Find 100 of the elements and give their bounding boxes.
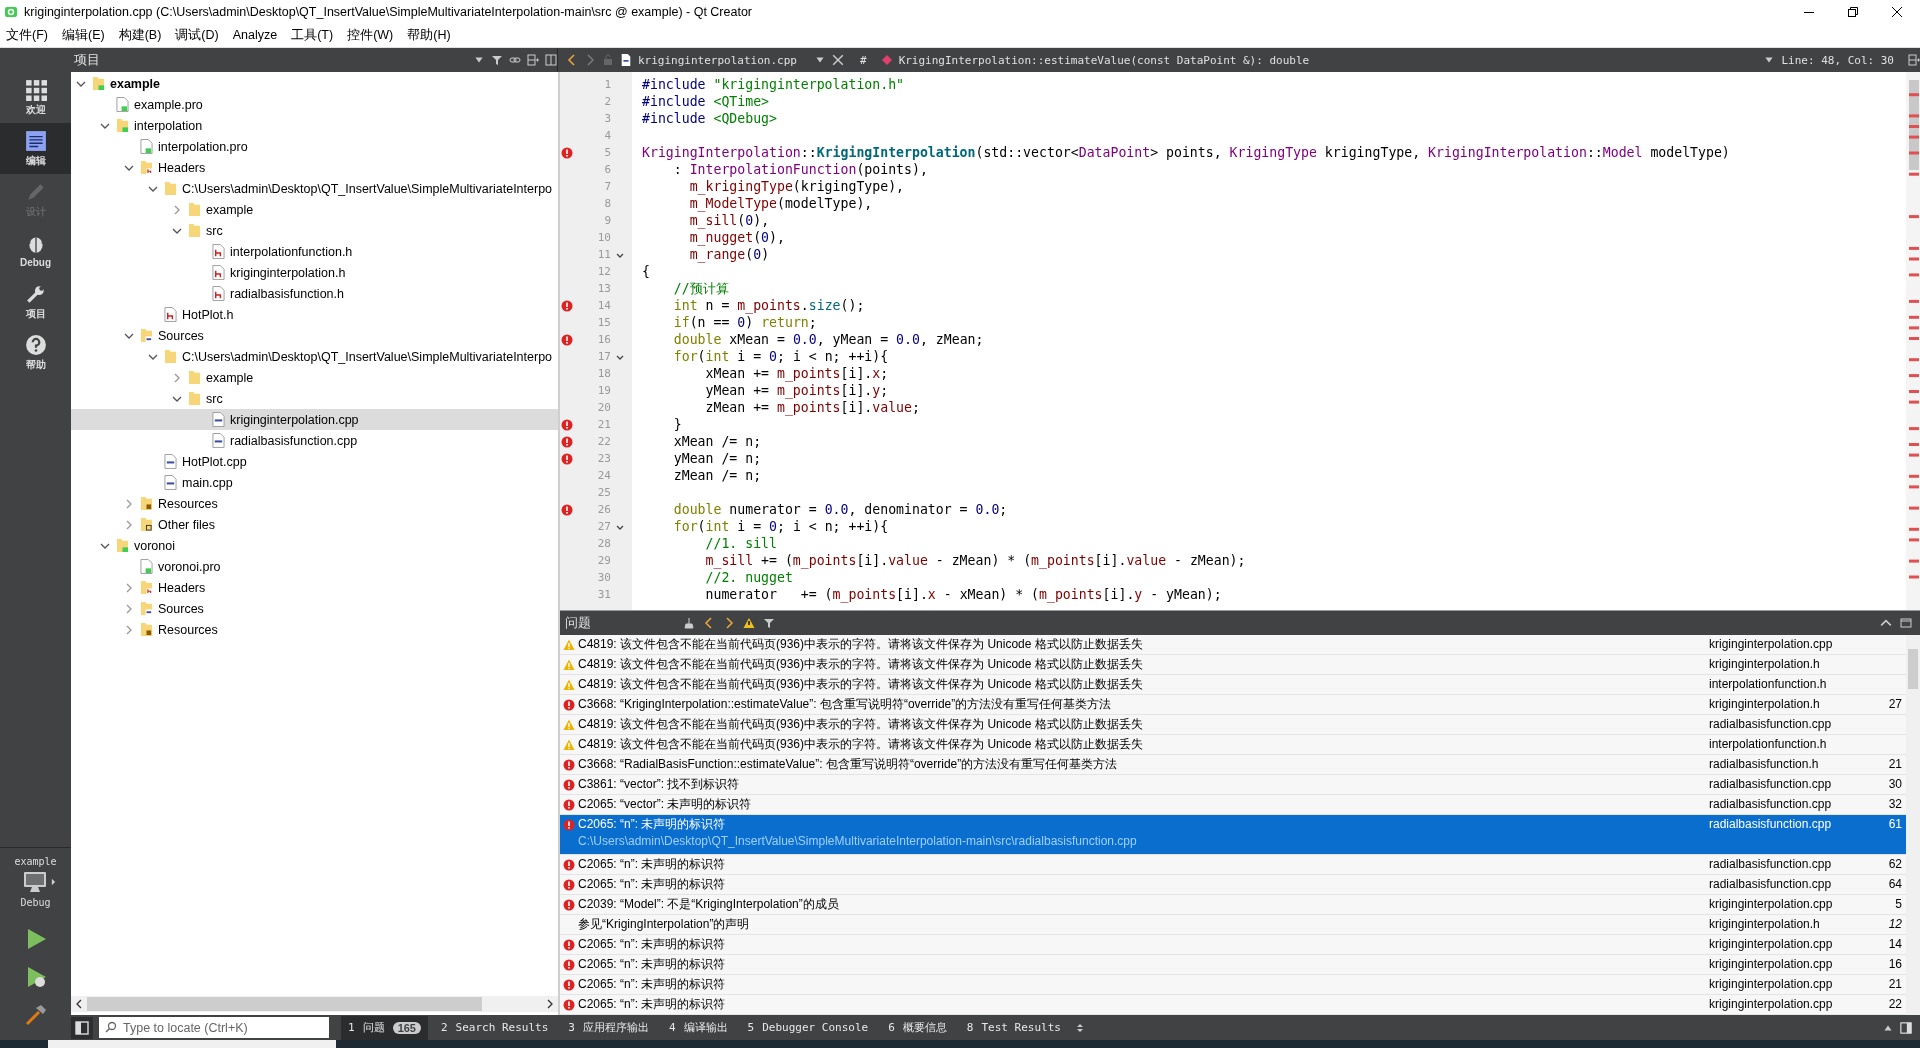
tree-item[interactable]: main.cpp [71,472,558,493]
restore-icon[interactable] [1848,6,1858,17]
tree-item[interactable]: src [71,388,558,409]
locator-field[interactable]: Type to locate (Ctrl+K) [99,1017,329,1038]
hammer-icon[interactable] [23,1003,48,1027]
output-tab[interactable]: 8 Test Results [959,1015,1068,1040]
output-tab[interactable]: 6 概要信息 [881,1015,954,1040]
issue-row[interactable]: C4819: 该文件包含不能在当前代码页(936)中表示的字符。请将该文件保存为 Unicode 格式以防止数据丢失 interpolationfunction.h [560,735,1906,755]
tree-item[interactable]: example [71,367,558,388]
tree-item[interactable]: interpolationfunction.h [71,241,558,262]
issue-row[interactable]: C3668: “KrigingInterpolation::estimateValue”: 包含重写说明符“override”的方法没有重写任何基类方法 kriginginterpolation.h 27 [560,695,1906,715]
issue-row[interactable]: C3668: “RadialBasisFunction::estimateValue”: 包含重写说明符“override”的方法没有重写任何基类方法 radialbasisfunction.h 21 [560,755,1906,775]
link-icon[interactable] [509,54,521,66]
mode-button[interactable]: Debug [0,225,71,276]
mode-button[interactable]: 编辑 [0,123,71,174]
tree-item[interactable]: radialbasisfunction.cpp [71,430,558,451]
split-icon[interactable] [1908,54,1920,66]
tree-item[interactable]: Sources [71,598,558,619]
tree-item[interactable]: HotPlot.cpp [71,451,558,472]
error-icon[interactable] [561,418,573,431]
menu-item[interactable]: 文件(F) [0,24,54,46]
next-icon[interactable] [723,617,735,629]
sidebar-toggle-icon[interactable] [71,1016,93,1039]
tree-item[interactable]: voronoi [71,535,558,556]
issue-row[interactable]: C2065: “n”: 未声明的标识符 C:\Users\admin\Desktop\QT_InsertValue\SimpleMultivariateInterpolation-main\src\radialbasisfunction.cpp radialbasisfunction.cpp 61 [560,815,1906,855]
chevron-right-icon[interactable] [172,204,182,215]
maximize-icon[interactable] [1900,617,1912,629]
issue-row[interactable]: C2065: “n”: 未声明的标识符 kriginginterpolation.cpp 22 [560,995,1906,1015]
open-file-name[interactable]: kriginginterpolation.cpp [638,53,808,67]
mode-button[interactable]: 项目 [0,276,71,327]
error-icon[interactable] [561,146,573,159]
menu-item[interactable]: 工具(T) [285,24,340,46]
error-icon[interactable] [561,299,573,312]
issue-row[interactable]: C2065: “n”: 未声明的标识符 kriginginterpolation.cpp 16 [560,955,1906,975]
broom-icon[interactable] [683,617,695,629]
tree-item[interactable]: Sources [71,325,558,346]
tree-item[interactable]: C:\Users\admin\Desktop\QT_InsertValue\SimpleMultivariateInterpo [71,178,558,199]
tree-item[interactable]: Resources [71,619,558,640]
issue-row[interactable]: C4819: 该文件包含不能在当前代码页(936)中表示的字符。请将该文件保存为 Unicode 格式以防止数据丢失 kriginginterpolation.cpp [560,635,1906,655]
tree-item[interactable]: C:\Users\admin\Desktop\QT_InsertValue\SimpleMultivariateInterpo [71,346,558,367]
chevron-right-icon[interactable] [124,498,134,509]
tree-item[interactable]: Resources [71,493,558,514]
split-icon[interactable] [527,54,539,66]
issue-row[interactable]: C4819: 该文件包含不能在当前代码页(936)中表示的字符。请将该文件保存为 Unicode 格式以防止数据丢失 kriginginterpolation.h [560,655,1906,675]
tree-item[interactable]: kriginginterpolation.h [71,262,558,283]
symbol-selector[interactable]: KrigingInterpolation::estimateValue(const DataPoint &): double [898,53,1758,67]
tree-item[interactable]: Headers [71,157,558,178]
overview-ruler[interactable] [1906,72,1920,610]
monitor-icon[interactable] [23,871,47,893]
issue-row[interactable]: C2065: “n”: 未声明的标识符 kriginginterpolation.cpp 14 [560,935,1906,955]
tree-item[interactable]: Other files [71,514,558,535]
issue-row[interactable]: C4819: 该文件包含不能在当前代码页(936)中表示的字符。请将该文件保存为 Unicode 格式以防止数据丢失 radialbasisfunction.cpp [560,715,1906,735]
issue-row[interactable]: 参见“KrigingInterpolation”的声明 kriginginterpolation.h 12 [560,915,1906,935]
menu-item[interactable]: 编辑(E) [55,24,111,46]
tree-item[interactable]: example [71,73,558,94]
chevron-right-icon[interactable] [124,603,134,614]
tree-item[interactable]: radialbasisfunction.h [71,283,558,304]
tree-item[interactable]: src [71,220,558,241]
issue-row[interactable]: C2065: “vector”: 未声明的标识符 radialbasisfunction.cpp 32 [560,795,1906,815]
output-tab[interactable]: 2 Search Results [434,1015,556,1040]
scroll-right-icon[interactable] [546,999,554,1009]
issue-row[interactable]: C2065: “n”: 未声明的标识符 kriginginterpolation.cpp 21 [560,975,1906,995]
menu-item[interactable]: Analyze [226,26,284,44]
chevron-right-icon[interactable] [124,519,134,530]
menu-item[interactable]: 调试(D) [169,24,225,46]
issue-row[interactable]: C3861: “vector”: 找不到标识符 radialbasisfunction.cpp 30 [560,775,1906,795]
menu-item[interactable]: 构建(B) [112,24,168,46]
tree-item[interactable]: HotPlot.h [71,304,558,325]
filter-icon[interactable] [763,617,775,629]
error-icon[interactable] [561,452,573,465]
expand-arrow-icon[interactable] [51,878,56,886]
error-icon[interactable] [561,435,573,448]
chevron-right-icon[interactable] [124,582,134,593]
mode-button[interactable]: 帮助 [0,327,71,378]
tree-item[interactable]: voronoi.pro [71,556,558,577]
output-tab[interactable]: 5 Debugger Console [740,1015,876,1040]
chevron-right-icon[interactable] [124,624,134,635]
tree-item[interactable]: interpolation [71,115,558,136]
close-pane-icon[interactable] [545,54,557,66]
horizontal-scrollbar[interactable] [71,996,558,1012]
tree-item[interactable]: example.pro [71,94,558,115]
error-icon[interactable] [561,503,573,516]
tree-item[interactable]: kriginginterpolation.cpp [71,409,558,430]
vertical-scrollbar[interactable] [1906,635,1920,1015]
scroll-left-icon[interactable] [75,999,83,1009]
close-icon[interactable] [1892,6,1902,17]
issue-row[interactable]: C4819: 该文件包含不能在当前代码页(936)中表示的字符。请将该文件保存为 Unicode 格式以防止数据丢失 interpolationfunction.h [560,675,1906,695]
chevron-right-icon[interactable] [172,372,182,383]
sidebar-right-icon[interactable] [1900,1021,1912,1034]
filter-icon[interactable] [491,54,503,66]
issue-row[interactable]: C2065: “n”: 未声明的标识符 radialbasisfunction.cpp 62 [560,855,1906,875]
output-tab[interactable]: 4 编译输出 [661,1015,735,1040]
caret-up-icon[interactable] [1880,617,1892,629]
tree-item[interactable]: example [71,199,558,220]
mode-button[interactable]: 欢迎 [0,72,71,123]
menu-item[interactable]: 控件(W) [341,24,400,46]
menu-item[interactable]: 帮助(H) [401,24,457,46]
error-icon[interactable] [561,333,573,346]
issue-row[interactable]: C2039: “Model”: 不是“KrigingInterpolation”的成员 kriginginterpolation.cpp 5 [560,895,1906,915]
warning-filter-icon[interactable] [743,617,755,629]
